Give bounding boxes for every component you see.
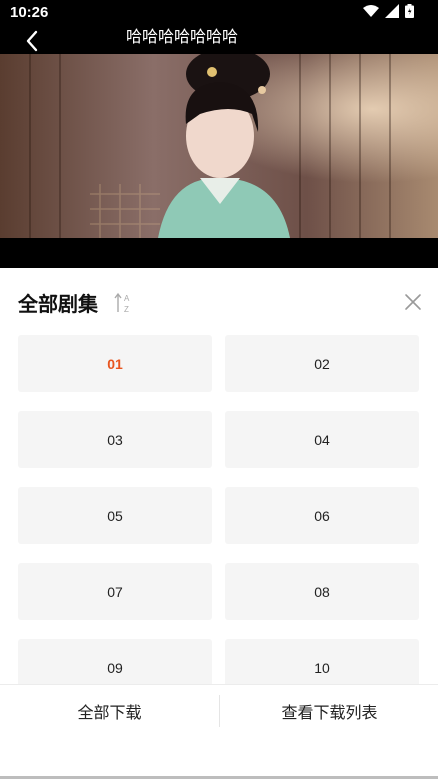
status-bar: 10:26	[0, 0, 438, 26]
video-controls-area	[0, 238, 438, 268]
svg-text:Z: Z	[124, 305, 129, 314]
episode-04[interactable]: 04	[225, 411, 419, 468]
status-icons	[363, 4, 414, 18]
episode-08[interactable]: 08	[225, 563, 419, 620]
episode-03[interactable]: 03	[18, 411, 212, 468]
episode-01[interactable]: 01	[18, 335, 212, 392]
episode-07[interactable]: 07	[18, 563, 212, 620]
sort-az-icon[interactable]: A Z	[114, 292, 134, 314]
top-bar: 哈哈哈哈哈哈哈	[0, 26, 438, 54]
video-frame	[0, 54, 438, 238]
video-player[interactable]	[0, 54, 438, 238]
episode-06[interactable]: 06	[225, 487, 419, 544]
svg-text:A: A	[124, 294, 130, 303]
wifi-icon	[363, 5, 379, 17]
download-all-button[interactable]: 全部下载	[0, 685, 219, 737]
close-icon[interactable]	[404, 293, 422, 311]
episode-05[interactable]: 05	[18, 487, 212, 544]
episode-09[interactable]: 09	[18, 639, 212, 685]
episode-grid: 01 02 03 04 05 06 07 08 09 10	[18, 335, 420, 685]
episode-sheet: 全部剧集 A Z 01 02 03 04 05 06 07 08 09 10 全…	[0, 268, 438, 780]
status-time: 10:26	[10, 4, 49, 21]
signal-icon	[385, 4, 399, 18]
video-title: 哈哈哈哈哈哈哈	[126, 27, 239, 46]
episode-10[interactable]: 10	[225, 639, 419, 685]
footer-bar: 全部下载 查看下载列表	[0, 684, 438, 780]
battery-icon	[405, 4, 414, 18]
sheet-header: 全部剧集 A Z	[18, 288, 130, 317]
sheet-title: 全部剧集	[18, 292, 98, 316]
back-arrow-icon[interactable]	[20, 28, 46, 54]
view-downloads-button[interactable]: 查看下载列表	[220, 685, 438, 737]
episode-02[interactable]: 02	[225, 335, 419, 392]
